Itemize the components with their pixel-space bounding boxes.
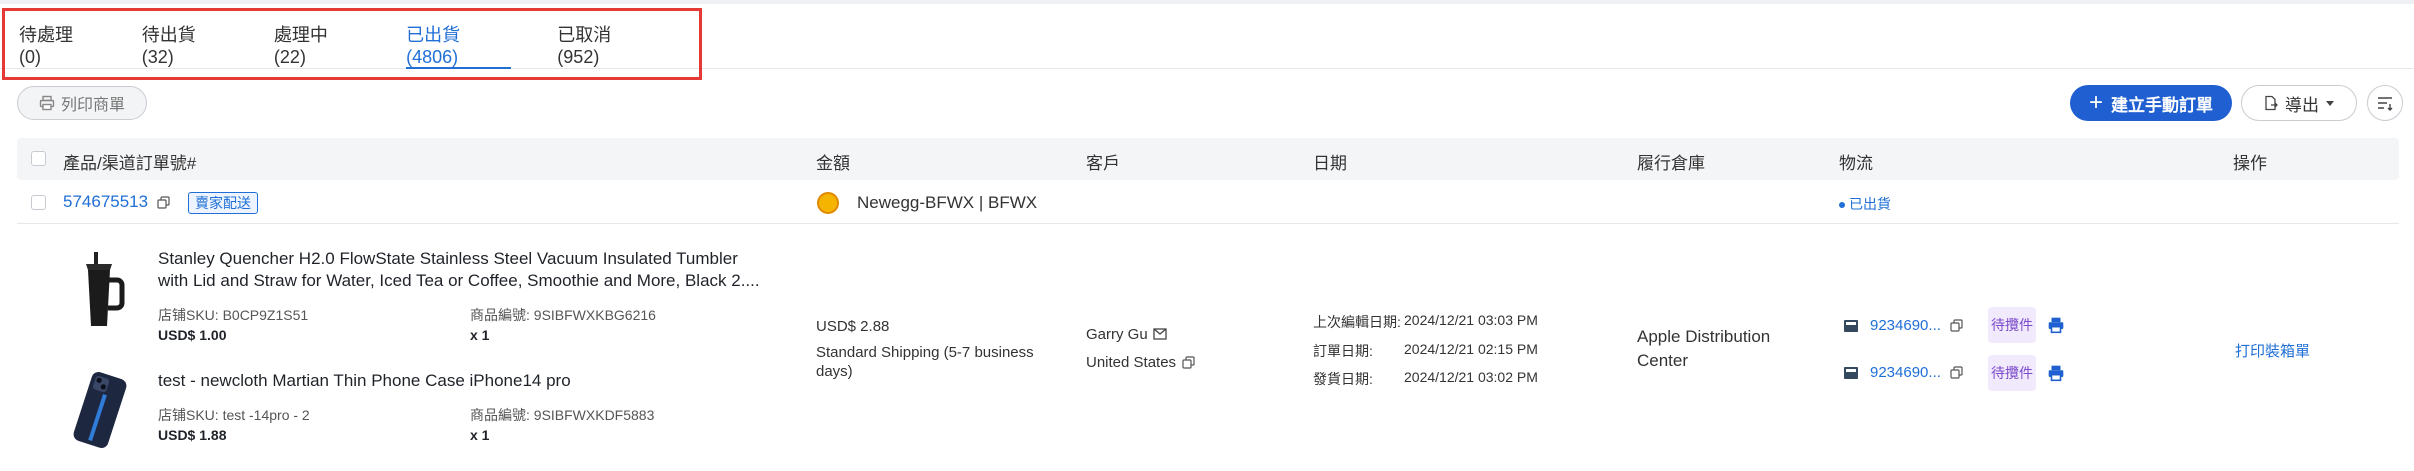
ship-date-label: 發貨日期: [1313,371,1373,387]
warehouse-name: Apple Distribution Center [1637,327,1771,370]
copy-icon[interactable] [1950,319,1963,332]
order-date: 2024/12/21 02:15 PM [1404,341,1538,357]
ship-date: 2024/12/21 03:02 PM [1404,369,1538,385]
create-manual-order-button[interactable]: + 建立手動訂單 [2070,85,2232,121]
product-code: 商品編號: 9SIBFWXKDF5883 [470,407,655,423]
printer-icon [39,95,55,111]
product-price: USD$ 1.88 [158,427,227,443]
tab-processing[interactable]: 處理中 (22) [274,11,360,77]
col-warehouse: 履行倉庫 [1637,154,1705,173]
col-logistics: 物流 [1839,154,1873,173]
copy-icon[interactable] [1950,366,1963,379]
table-header: 產品/渠道訂單號# 金額 客戶 日期 履行倉庫 物流 操作 [17,138,2399,180]
order-header-row: 574675513 賣家配送 Newegg-BFWX | BFWX 已出貨 [17,184,2399,224]
export-file-icon [2265,95,2278,111]
product-title: test - newcloth Martian Thin Phone Case … [158,371,571,390]
customer-country: United States [1086,354,1177,371]
mail-icon[interactable] [1153,328,1167,340]
product-code: 商品編號: 9SIBFWXKBG6216 [470,307,656,323]
order-date-label: 訂單日期: [1313,343,1373,359]
order-number-link[interactable]: 574675513 [63,192,148,212]
carrier-icon [1844,320,1858,332]
status-badge: 已出貨 [1839,194,1891,214]
product-store-sku: 店铺SKU: B0CP9Z1S51 [158,307,309,323]
carrier-icon [1844,367,1858,379]
tab-pending[interactable]: 待處理 (0) [19,11,96,77]
customer-name: Garry Gu [1086,326,1148,343]
col-date: 日期 [1313,154,1347,173]
delivery-badge: 賣家配送 [188,192,258,214]
copy-icon[interactable] [1182,356,1195,369]
col-product: 產品/渠道訂單號# [63,154,197,173]
product-title: Stanley Quencher H2.0 FlowState Stainles… [158,249,760,290]
copy-icon[interactable] [157,196,170,209]
col-amount: 金額 [816,154,850,173]
order-checkbox[interactable] [31,195,46,210]
tab-to-ship[interactable]: 待出貨 (32) [142,11,228,77]
tracking-number-link[interactable]: 9234690... [1870,317,1941,334]
list-settings-icon [2378,97,2393,111]
export-label: 導出 [2285,95,2319,115]
product-qty: x 1 [470,327,490,343]
tab-cancelled[interactable]: 已取消 (952) [557,11,653,77]
print-orders-label: 列印商單 [60,97,125,114]
col-customer: 客戶 [1086,154,1120,173]
plus-icon: + [2088,89,2103,116]
tracking-number-link[interactable]: 9234690... [1870,364,1941,381]
phone-case-product-image [73,372,127,448]
print-packing-slip-link[interactable]: 打印裝箱單 [2235,340,2310,361]
create-manual-order-label: 建立手動訂單 [2111,95,2213,115]
order-amount: USD$ 2.88 [816,318,890,335]
product-qty: x 1 [470,427,490,443]
last-edited-date: 2024/12/21 03:03 PM [1404,312,1538,328]
product-store-sku: 店铺SKU: test -14pro - 2 [158,407,310,423]
product-price: USD$ 1.00 [158,327,227,343]
tab-shipped[interactable]: 已出貨 (4806) [406,11,512,77]
export-button[interactable]: 導出 [2241,85,2357,121]
store-logo-icon [817,192,839,214]
col-actions: 操作 [2233,154,2267,173]
tracking-status-badge: 待攬件 [1988,307,2036,343]
status-tabs: 待處理 (0) 待出貨 (32) 處理中 (22) 已出貨 (4806) 已取消… [2,8,702,80]
tracking-status-badge: 待攬件 [1988,355,2036,391]
last-edited-label: 上次編輯日期: [1313,314,1401,330]
print-label-icon[interactable] [2047,364,2065,382]
print-orders-button[interactable]: 列印商單 [17,86,147,120]
select-all-checkbox[interactable] [31,151,46,166]
column-settings-button[interactable] [2367,85,2403,121]
print-label-icon[interactable] [2047,316,2065,334]
top-divider [0,0,2414,4]
tumbler-product-image [86,252,125,326]
shipping-method: Standard Shipping (5-7 business days) [816,344,1034,380]
caret-down-icon [2326,101,2334,106]
store-name: Newegg-BFWX | BFWX [857,193,1038,212]
